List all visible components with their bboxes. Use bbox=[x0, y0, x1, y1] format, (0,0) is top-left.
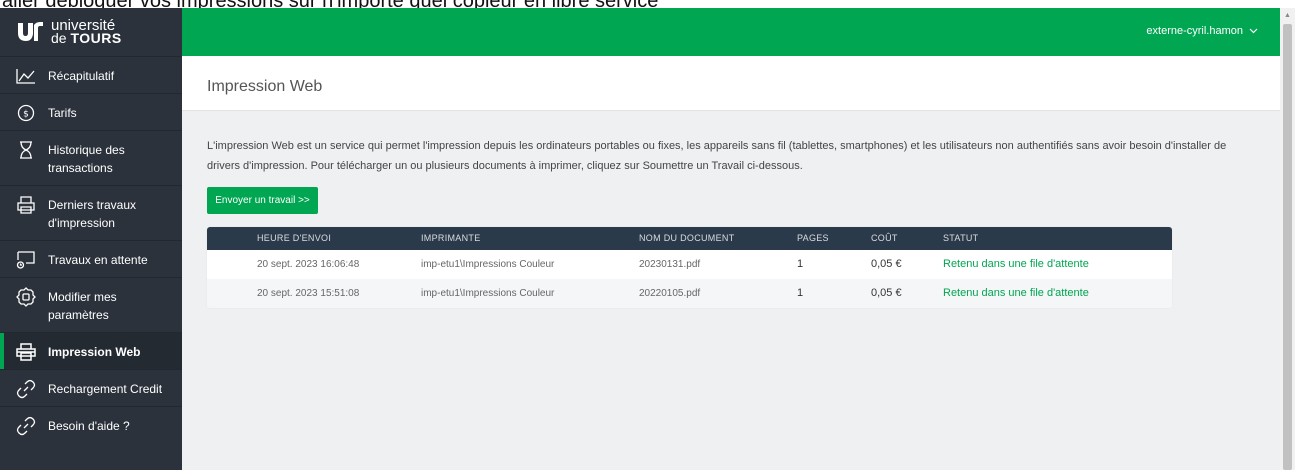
page-description: L'impression Web est un service qui perm… bbox=[207, 140, 1227, 172]
sidebar-item-label: Travaux en attente bbox=[48, 253, 148, 267]
cell-document: 20230131.pdf bbox=[639, 259, 701, 270]
cell-document: 20220105.pdf bbox=[639, 288, 701, 299]
page-header: Impression Web bbox=[182, 56, 1280, 111]
cell-imprimante: imp-etu1\Impressions Couleur bbox=[421, 288, 555, 299]
sidebar-item-aide[interactable]: Besoin d'aide ? bbox=[0, 406, 182, 443]
web-print-icon bbox=[16, 343, 36, 361]
cell-pages: 1 bbox=[797, 258, 804, 270]
overlay-caption: aller débloquer vos impressions sur n'im… bbox=[0, 0, 1295, 8]
sidebar-item-tarifs[interactable]: $ Tarifs bbox=[0, 93, 182, 130]
link-icon bbox=[16, 379, 36, 399]
hourglass-icon bbox=[16, 141, 36, 159]
table-header: Heure d'envoi Imprimante Nom du document… bbox=[207, 227, 1172, 250]
sidebar-item-label: Tarifs bbox=[48, 106, 77, 120]
header-cout[interactable]: Coût bbox=[871, 227, 898, 250]
cell-pages: 1 bbox=[797, 287, 804, 299]
pending-print-icon bbox=[16, 251, 36, 269]
send-job-button[interactable]: Envoyer un travail >> bbox=[207, 187, 318, 214]
svg-text:$: $ bbox=[23, 110, 29, 120]
sidebar-item-recapitulatif[interactable]: Récapitulatif bbox=[0, 56, 182, 93]
top-bar: externe-cyril.hamon bbox=[182, 8, 1280, 56]
cell-statut: Retenu dans une file d'attente bbox=[943, 287, 1089, 299]
sidebar-item-historique[interactable]: Historique des transactions bbox=[0, 130, 182, 185]
cell-cout: 0,05 € bbox=[871, 258, 902, 270]
sidebar-nav: Récapitulatif $ Tarifs Historique des tr… bbox=[0, 56, 182, 443]
dollar-circle-icon: $ bbox=[16, 104, 36, 122]
cell-cout: 0,05 € bbox=[871, 287, 902, 299]
page-title: Impression Web bbox=[207, 78, 323, 95]
sidebar-item-label: Modifier mes paramètres bbox=[48, 290, 117, 322]
header-nom-document[interactable]: Nom du document bbox=[639, 227, 735, 250]
header-imprimante[interactable]: Imprimante bbox=[421, 227, 481, 250]
jobs-table: Heure d'envoi Imprimante Nom du document… bbox=[207, 227, 1172, 308]
main-content: L'impression Web est un service qui perm… bbox=[182, 111, 1280, 470]
sidebar-item-label: Impression Web bbox=[48, 345, 141, 359]
sidebar-item-label: Derniers travaux d'impression bbox=[48, 198, 137, 230]
vertical-scrollbar[interactable]: ▲ bbox=[1280, 8, 1295, 470]
cell-heure: 20 sept. 2023 16:06:48 bbox=[257, 259, 360, 270]
sidebar-item-parametres[interactable]: Modifier mes paramètres bbox=[0, 277, 182, 332]
scrollbar-thumb[interactable] bbox=[1283, 24, 1292, 470]
printer-icon bbox=[16, 196, 36, 214]
sidebar-item-label: Besoin d'aide ? bbox=[48, 419, 130, 433]
scroll-up-arrow-icon[interactable]: ▲ bbox=[1280, 8, 1295, 23]
header-pages[interactable]: Pages bbox=[797, 227, 829, 250]
sidebar-item-rechargement[interactable]: Rechargement Credit bbox=[0, 369, 182, 406]
university-logo-icon bbox=[16, 21, 44, 43]
username: externe-cyril.hamon bbox=[1146, 25, 1243, 37]
university-logo[interactable]: université de TOURS bbox=[0, 8, 182, 56]
sidebar-item-travaux-attente[interactable]: Travaux en attente bbox=[0, 240, 182, 277]
sidebar: université de TOURS Récapitulatif $ Tari… bbox=[0, 8, 182, 470]
sidebar-item-label: Rechargement Credit bbox=[48, 382, 163, 396]
cell-statut: Retenu dans une file d'attente bbox=[943, 258, 1089, 270]
table-row[interactable]: 20 sept. 2023 16:06:48 imp-etu1\Impressi… bbox=[207, 250, 1172, 279]
sidebar-item-label: Récapitulatif bbox=[48, 69, 115, 83]
link-icon bbox=[16, 416, 36, 436]
sidebar-item-derniers-travaux[interactable]: Derniers travaux d'impression bbox=[0, 185, 182, 240]
settings-icon bbox=[16, 287, 36, 307]
cell-imprimante: imp-etu1\Impressions Couleur bbox=[421, 259, 555, 270]
sidebar-item-impression-web[interactable]: Impression Web bbox=[0, 332, 182, 369]
cell-heure: 20 sept. 2023 15:51:08 bbox=[257, 288, 360, 299]
table-row[interactable]: 20 sept. 2023 15:51:08 imp-etu1\Impressi… bbox=[207, 279, 1172, 308]
logo-line-2: de TOURS bbox=[51, 30, 122, 46]
sidebar-item-label: Historique des transactions bbox=[48, 143, 125, 175]
chart-line-icon bbox=[16, 67, 36, 85]
chevron-down-icon bbox=[1249, 25, 1258, 37]
user-menu[interactable]: externe-cyril.hamon bbox=[1146, 25, 1258, 37]
header-statut[interactable]: Statut bbox=[943, 227, 978, 250]
header-heure[interactable]: Heure d'envoi bbox=[257, 227, 331, 250]
